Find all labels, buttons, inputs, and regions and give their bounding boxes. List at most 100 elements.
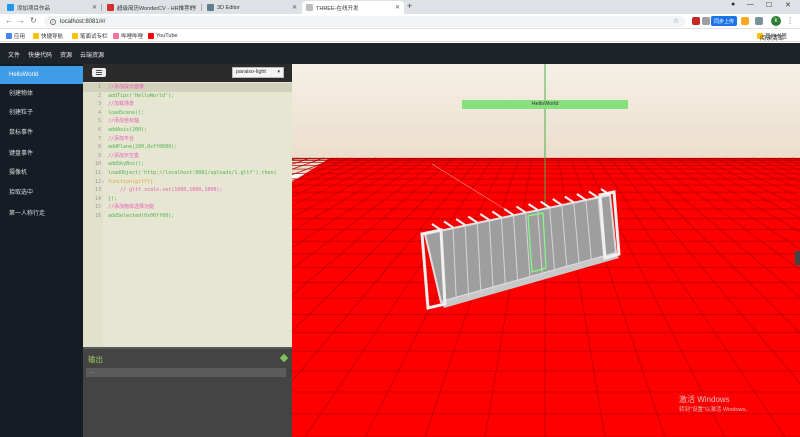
browser-tab[interactable]: 3D Editor ✕ xyxy=(203,1,301,14)
sync-button[interactable]: 同步上传 xyxy=(711,16,738,26)
code-line[interactable]: 15 //添加物体选择功能 xyxy=(83,203,292,212)
bookmark-label: 应用 xyxy=(14,33,26,40)
tab-title: 添加项目作品 xyxy=(17,5,51,12)
output-panel: 输出 ... xyxy=(83,347,292,437)
code-line[interactable]: 13 // gltf.scale.set(1000,1000,1000); xyxy=(83,186,292,195)
profile-icon[interactable]: ● xyxy=(731,1,735,8)
extension-icon[interactable] xyxy=(702,17,710,25)
bilibili-icon xyxy=(113,32,119,39)
code-line[interactable]: 16 addSelected(0x00ff00); xyxy=(83,212,292,221)
favicon-icon xyxy=(7,4,14,11)
code-text: function(gltf){ xyxy=(108,178,154,185)
bookmark-item[interactable]: 笔面试专栏 xyxy=(72,31,108,40)
extension-icon[interactable] xyxy=(741,17,749,25)
more-icon[interactable]: ⋮ xyxy=(786,16,794,25)
sidebar-item-first-person[interactable]: 第一人称行走 xyxy=(0,205,83,223)
code-text: //添加天空盒 xyxy=(108,152,140,159)
code-text: addAxis(200); xyxy=(108,127,148,133)
code-line[interactable]: 3 //加载场景 xyxy=(83,100,292,109)
line-number: 8 xyxy=(97,144,101,151)
menu-cloud-resources[interactable]: 云端资源 xyxy=(80,50,104,59)
line-number: 7 xyxy=(97,135,101,142)
code-text: }); xyxy=(108,195,118,202)
activation-watermark: 激活 Windows xyxy=(679,395,730,404)
sidebar-item-create-particles[interactable]: 创建粒子 xyxy=(0,104,83,122)
menu-snippets[interactable]: 快捷代码 xyxy=(28,50,52,59)
activation-watermark-sub: 转到"设置"以激活 Windows。 xyxy=(679,407,751,413)
url-input[interactable]: i localhost:8081/#/ ☆ xyxy=(44,16,685,27)
code-line[interactable]: 10 addSkyBox(); xyxy=(83,160,292,169)
folder-icon xyxy=(72,32,78,39)
code-line[interactable]: 7 //添加平台 xyxy=(83,135,292,144)
scene-canvas[interactable] xyxy=(292,64,800,437)
tab-title: THREE-在线开发 xyxy=(316,5,359,12)
sync-label: 同步上传 xyxy=(714,18,735,25)
code-line[interactable]: 5 //添加坐标轴 xyxy=(83,117,292,126)
code-line[interactable]: 11 loadObject('http://localhost:8081/uplo… xyxy=(83,169,292,178)
fold-icon[interactable]: ▾ xyxy=(102,178,104,187)
bookmark-apps[interactable]: 应用 xyxy=(6,31,25,40)
reload-icon[interactable]: ↻ xyxy=(30,16,37,25)
back-icon[interactable]: ← xyxy=(5,16,13,25)
3d-viewport[interactable]: HelloWorld 激活 Windows 转到"设置"以激活 Windows。 xyxy=(292,64,800,437)
code-line[interactable]: 8 addPlane(200,0xff0000); xyxy=(83,143,292,152)
bookmark-item[interactable]: 快捷导航 xyxy=(33,31,63,40)
window-close-icon[interactable]: ✕ xyxy=(785,1,791,9)
extension-icon[interactable] xyxy=(755,17,763,25)
address-bar: ← → ↻ i localhost:8081/#/ ☆ 同步上传 k ⋮ xyxy=(0,14,800,29)
code-line[interactable]: 1 //添加提示面板 xyxy=(83,83,292,92)
code-text: //添加物体选择功能 xyxy=(108,204,155,211)
theme-value: paraiso-light xyxy=(236,69,266,75)
folder-icon xyxy=(33,32,39,39)
browser-tab-active[interactable]: THREE-在线开发 ✕ xyxy=(302,1,404,14)
menu-icon[interactable] xyxy=(92,68,106,77)
browser-tab[interactable]: 添加项目作品 ✕ xyxy=(3,1,101,14)
code-line[interactable]: 6 addAxis(200); xyxy=(83,126,292,135)
code-line[interactable]: 2 addTips('HelloWorld'); xyxy=(83,92,292,101)
sidebar-item-helloworld[interactable]: HelloWorld xyxy=(0,66,83,84)
code-line[interactable]: 14}); xyxy=(83,195,292,204)
reading-list-label[interactable]: 阅读清单 xyxy=(760,33,784,42)
output-line: ... xyxy=(86,368,286,377)
code-line[interactable]: 12 ▾ function(gltf){ xyxy=(83,178,292,187)
code-text: loadScene(); xyxy=(108,109,145,116)
forward-icon[interactable]: → xyxy=(17,16,25,25)
editor-toolbar: paraiso-light ▾ xyxy=(83,64,292,82)
new-tab-button[interactable]: + xyxy=(407,1,412,11)
clear-icon[interactable] xyxy=(279,353,289,363)
star-icon[interactable]: ☆ xyxy=(673,17,679,25)
line-number: 16 xyxy=(94,213,101,219)
sidebar-item-keyboard-events[interactable]: 键盘事件 xyxy=(0,145,83,163)
code-editor[interactable]: 1//添加提示面板 2 addTips('HelloWorld'); 3//加载场景 4… xyxy=(83,82,292,347)
scroll-handle[interactable] xyxy=(795,251,800,265)
code-line[interactable]: 9 //添加天空盒 xyxy=(83,152,292,161)
tab-title: 超级简历WonderCV - HR推荐的 xyxy=(117,5,196,12)
code-text: //添加坐标轴 xyxy=(108,118,140,125)
browser-tab[interactable]: 超级简历WonderCV - HR推荐的 ✕ xyxy=(103,1,201,14)
sidebar-item-picking[interactable]: 拾取选中 xyxy=(0,184,83,202)
maximize-icon[interactable]: ☐ xyxy=(766,1,772,9)
menu-file[interactable]: 文件 xyxy=(8,50,20,59)
close-icon[interactable]: ✕ xyxy=(395,4,400,11)
sidebar-item-create-object[interactable]: 创建物体 xyxy=(0,85,83,103)
sidebar-item-mouse-events[interactable]: 鼠标事件 xyxy=(0,124,83,142)
bookmark-item[interactable]: YouTube xyxy=(148,31,178,40)
avatar[interactable]: k xyxy=(771,16,781,26)
url-text: localhost:8081/#/ xyxy=(60,18,106,25)
line-number: 6 xyxy=(97,127,101,133)
favicon-icon xyxy=(207,4,214,11)
code-text: addSkyBox(); xyxy=(108,161,145,168)
favicon-icon xyxy=(107,4,114,11)
info-icon[interactable]: i xyxy=(50,18,56,25)
code-line[interactable]: 4 loadScene(); xyxy=(83,109,292,118)
sidebar-item-camera[interactable]: 摄像机 xyxy=(0,164,83,182)
bookmark-item[interactable]: 哔哩哔哩 xyxy=(113,31,143,40)
close-icon[interactable]: ✕ xyxy=(192,4,197,11)
close-icon[interactable]: ✕ xyxy=(292,4,297,11)
theme-select[interactable]: paraiso-light ▾ xyxy=(232,67,284,78)
minimize-icon[interactable]: — xyxy=(747,1,754,8)
extension-icon[interactable] xyxy=(692,17,700,25)
menu-resources[interactable]: 资源 xyxy=(60,50,72,59)
line-number: 9 xyxy=(97,152,101,159)
close-icon[interactable]: ✕ xyxy=(92,4,97,11)
